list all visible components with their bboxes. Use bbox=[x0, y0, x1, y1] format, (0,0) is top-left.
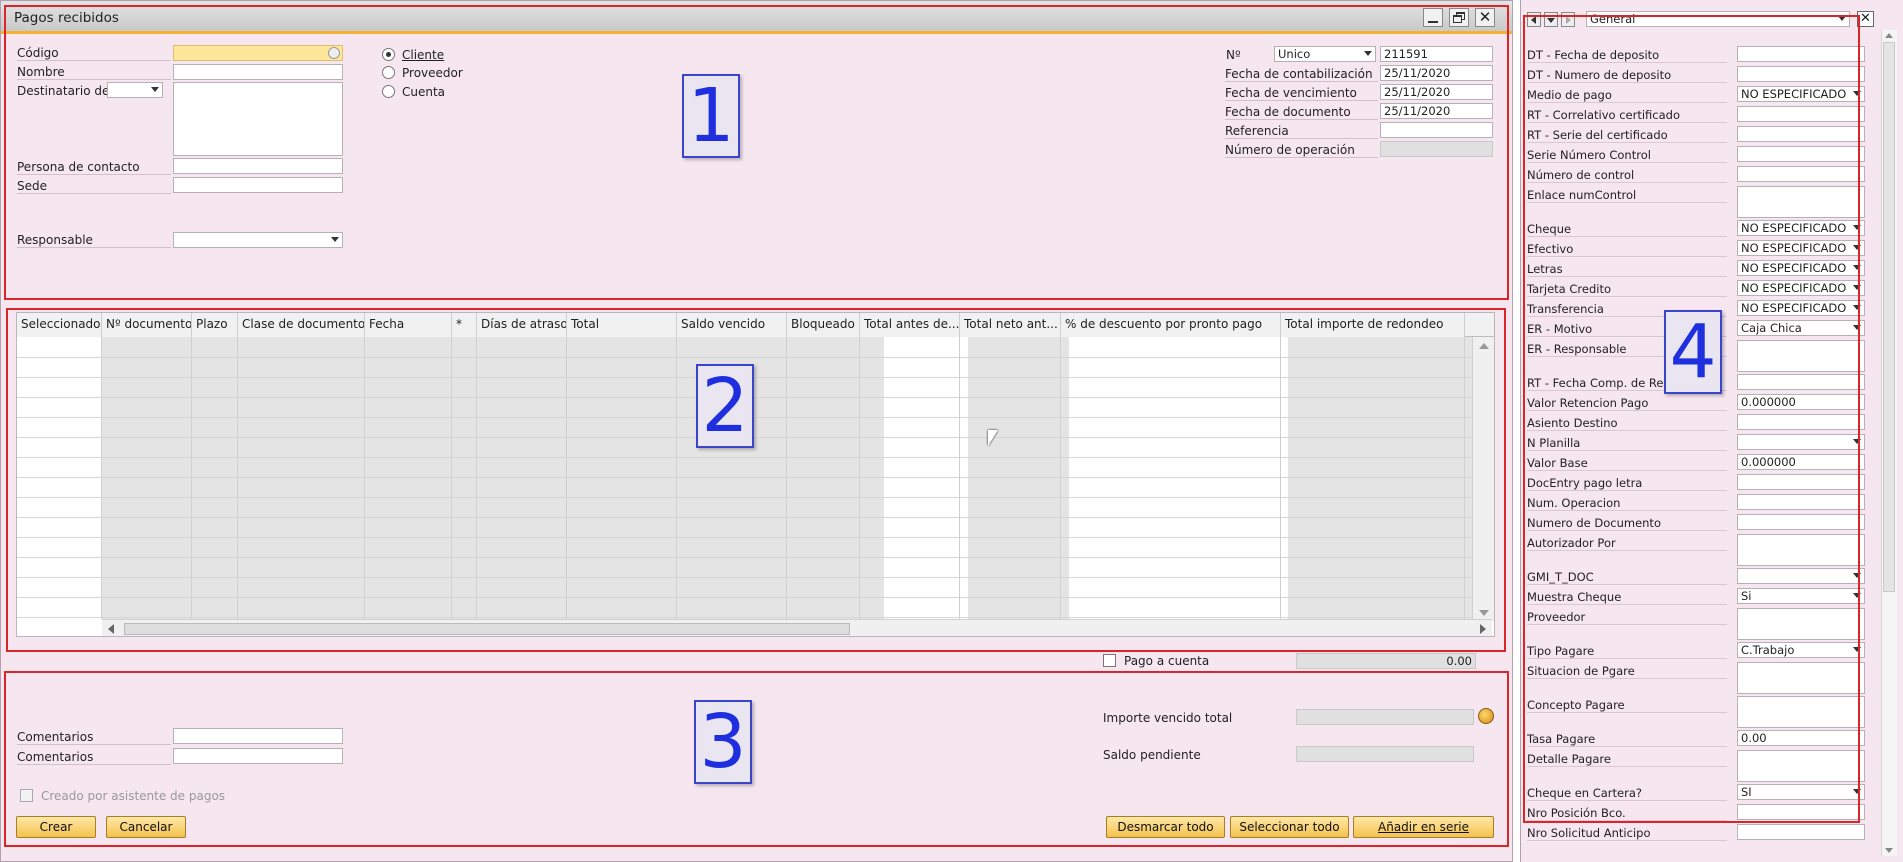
annotation-box-1 bbox=[4, 5, 1509, 300]
udf-scrollbar[interactable] bbox=[1881, 30, 1897, 856]
annotation-label-4: 4 bbox=[1664, 310, 1722, 394]
annotation-label-1: 1 bbox=[682, 74, 740, 158]
scroll-thumb[interactable] bbox=[1883, 42, 1895, 592]
annotation-label-2: 2 bbox=[696, 364, 754, 448]
annotation-box-2 bbox=[6, 308, 1506, 652]
annotation-box-3 bbox=[4, 671, 1509, 847]
pago-cuenta-label: Pago a cuenta bbox=[1124, 654, 1210, 668]
scroll-up-icon[interactable] bbox=[1885, 33, 1893, 38]
scroll-down-icon[interactable] bbox=[1885, 848, 1893, 853]
pago-cuenta-checkbox[interactable] bbox=[1103, 654, 1116, 667]
annotation-label-3: 3 bbox=[694, 700, 752, 784]
pago-cuenta-field: 0.00 bbox=[1296, 653, 1476, 669]
udf-label: Nro Solicitud Anticipo bbox=[1527, 826, 1727, 841]
udf-field[interactable] bbox=[1737, 824, 1865, 840]
annotation-box-4 bbox=[1523, 15, 1860, 823]
